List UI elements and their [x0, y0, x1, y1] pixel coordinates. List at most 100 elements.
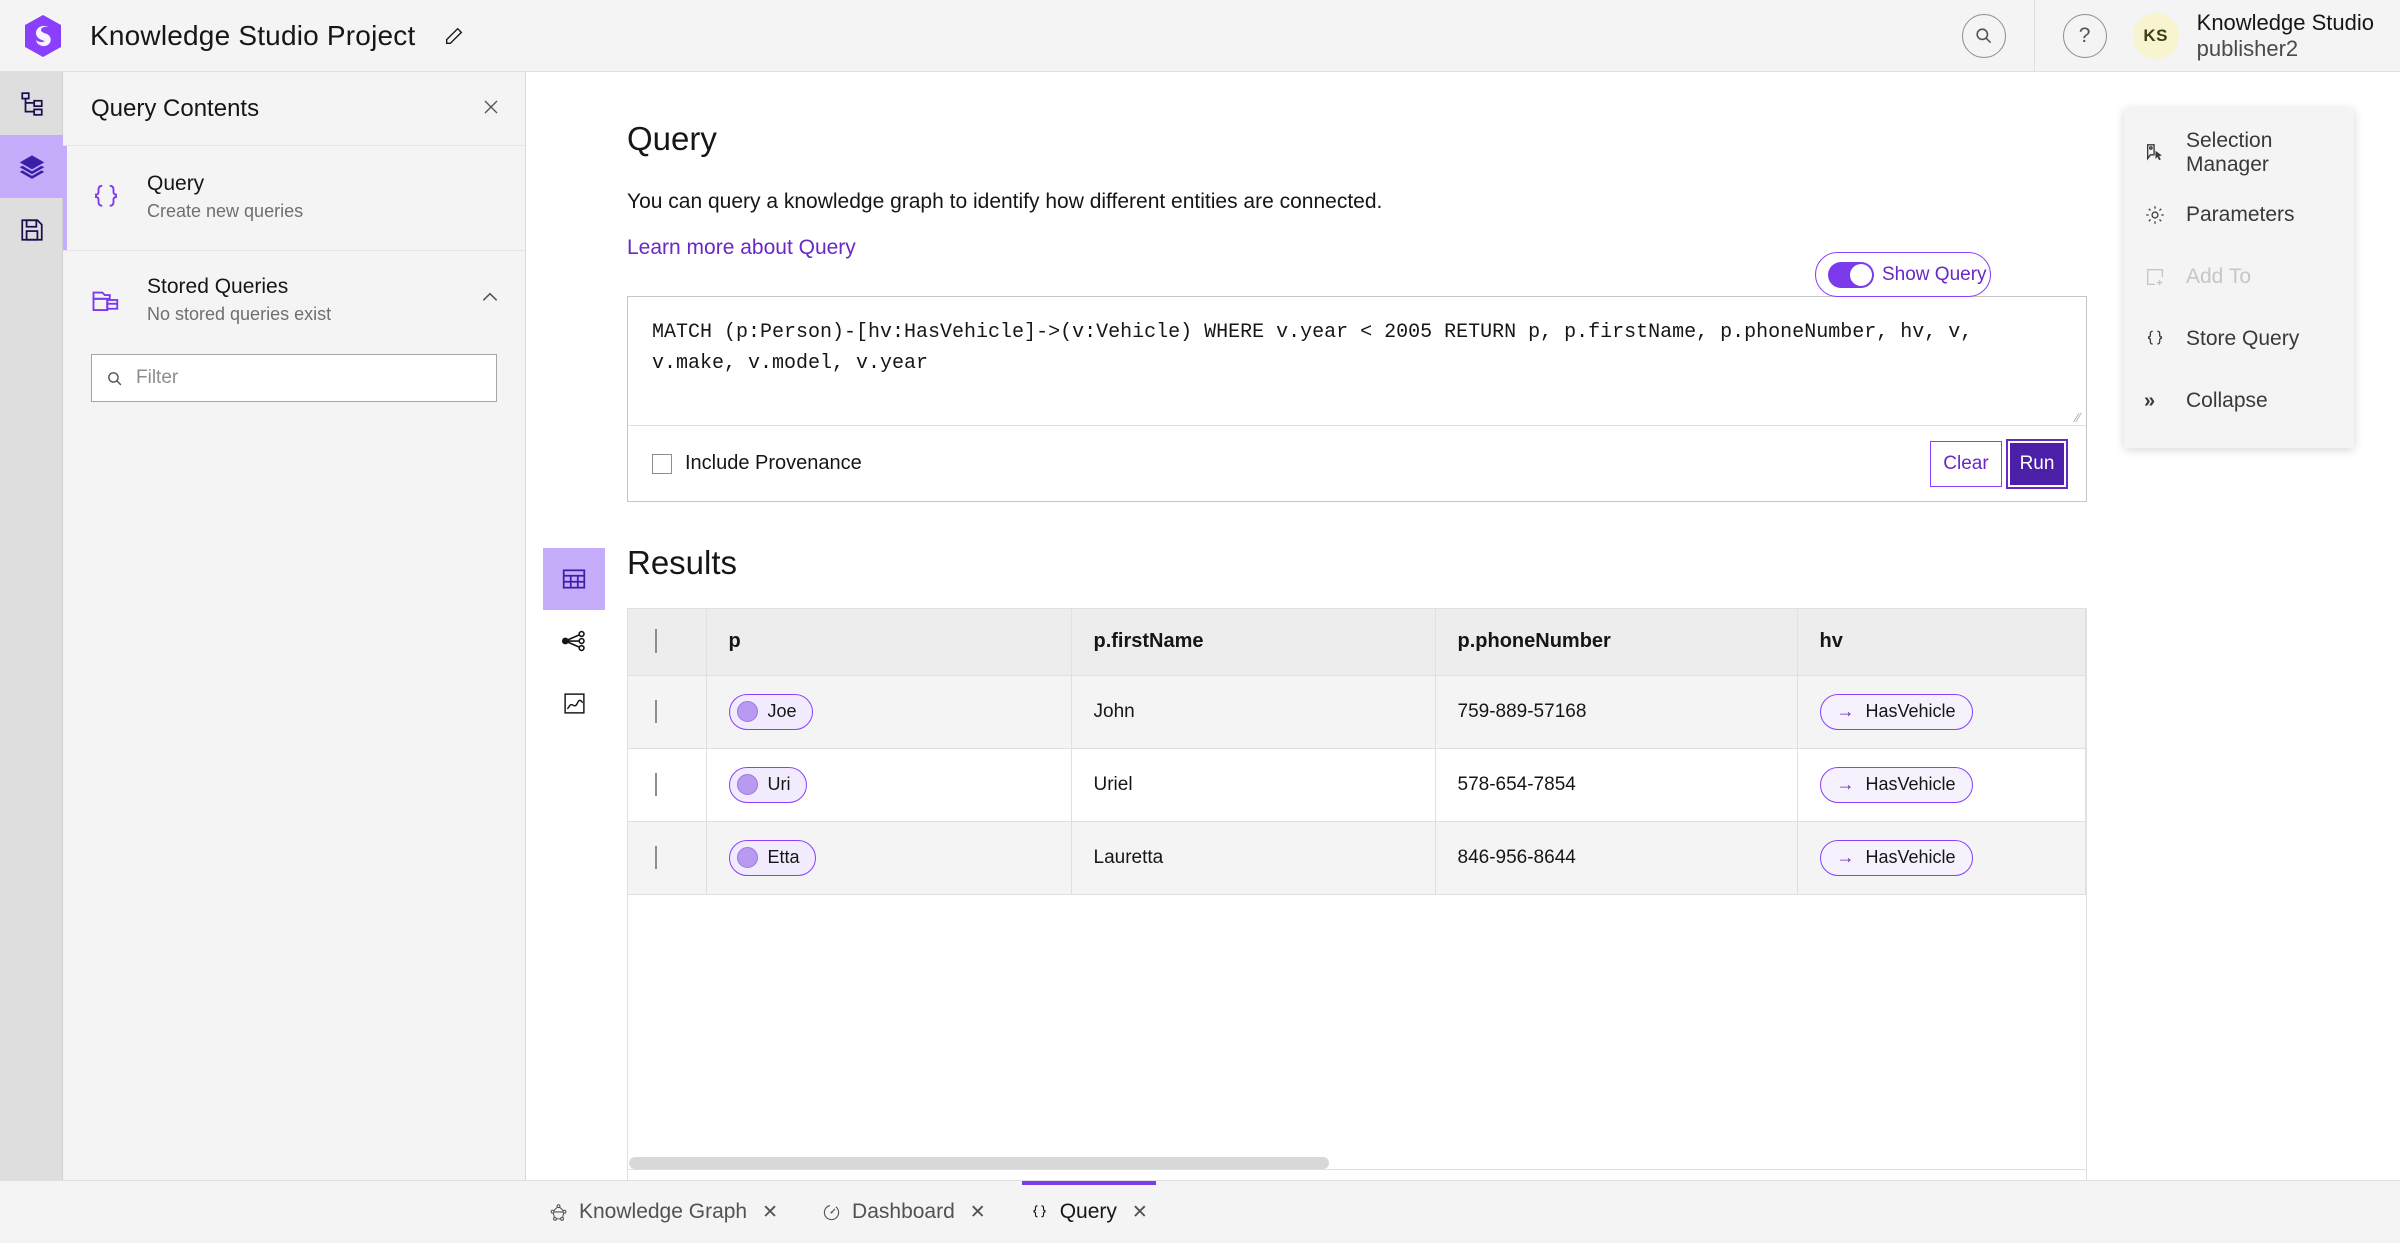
user-name-label: publisher2	[2196, 35, 2299, 61]
arrow-right-icon: →	[1836, 774, 1855, 794]
tabbar-spacer	[0, 1181, 527, 1243]
user-block[interactable]: Knowledge Studio publisher2	[2197, 10, 2374, 62]
row-checkbox-cell[interactable]	[628, 748, 707, 822]
cell-relation[interactable]: → HasVehicle	[1797, 821, 2086, 895]
toggle-switch[interactable]	[1828, 261, 1874, 288]
search-button[interactable]	[1961, 13, 2034, 58]
menu-item-collapse-label: Collapse	[2186, 389, 2268, 412]
close-icon[interactable]	[482, 98, 500, 120]
horizontal-scrollbar[interactable]	[629, 1157, 2085, 1169]
cell-node[interactable]: Uri	[706, 748, 1072, 822]
panel-item-query-title: Query	[147, 172, 205, 195]
query-page: Query You can query a knowledge graph to…	[527, 72, 2087, 1180]
table-pagination: 1-3 of 3 ‹ ›	[628, 1169, 2086, 1180]
page-title: Knowledge Studio Project	[90, 19, 416, 51]
node-chip-label: Etta	[767, 847, 800, 867]
relation-chip[interactable]: → HasVehicle	[1819, 766, 1973, 803]
node-chip[interactable]: Joe	[728, 693, 813, 730]
show-query-toggle[interactable]: Show Query	[1815, 252, 1991, 297]
add-to-icon	[2144, 266, 2176, 288]
arrow-right-icon: →	[1836, 847, 1855, 867]
tab-query[interactable]: Query ✕	[1008, 1180, 1170, 1243]
run-button[interactable]: Run	[2006, 438, 2068, 489]
query-context-menu: Selection Manager Parameters Add To Stor…	[2124, 108, 2354, 448]
tab-dashboard[interactable]: Dashboard ✕	[800, 1181, 1008, 1243]
filter-input[interactable]	[136, 367, 482, 390]
panel-item-stored-queries[interactable]: Stored Queries No stored queries exist	[63, 251, 525, 349]
results-table: p p.firstName p.phoneNumber hv Joe John …	[628, 609, 2086, 895]
show-query-label: Show Query	[1882, 263, 1987, 285]
menu-item-add-to-label: Add To	[2186, 265, 2251, 288]
query-description: You can query a knowledge graph to ident…	[627, 190, 1383, 213]
row-checkbox[interactable]	[655, 699, 657, 723]
menu-item-parameters[interactable]: Parameters	[2124, 184, 2354, 246]
table-header-row: p p.firstName p.phoneNumber hv	[628, 609, 2086, 676]
row-checkbox[interactable]	[655, 845, 657, 869]
cell-relation[interactable]: → HasVehicle	[1797, 675, 2086, 749]
pencil-icon[interactable]	[437, 19, 471, 53]
view-mode-table[interactable]	[543, 548, 605, 610]
menu-item-store-query-label: Store Query	[2186, 327, 2300, 350]
select-all-checkbox[interactable]	[655, 629, 657, 654]
column-header-p[interactable]: p	[706, 609, 1072, 676]
close-icon[interactable]: ✕	[970, 1201, 986, 1224]
learn-more-link[interactable]: Learn more about Query	[627, 236, 856, 260]
rail-item-layers[interactable]	[0, 135, 63, 198]
knowledge-studio-logo-icon[interactable]	[22, 13, 64, 59]
question-mark-icon[interactable]: ?	[2062, 13, 2107, 58]
curly-braces-icon	[2144, 328, 2176, 350]
row-checkbox[interactable]	[655, 772, 657, 796]
table-row[interactable]: Etta Lauretta 846-956-8644 → HasVehicle	[628, 821, 2086, 895]
rail-item-schema[interactable]	[0, 72, 63, 135]
gear-icon	[2144, 204, 2176, 226]
table-row[interactable]: Joe John 759-889-57168 → HasVehicle	[628, 675, 2086, 749]
menu-item-collapse[interactable]: » Collapse	[2124, 370, 2354, 432]
search-icon[interactable]	[1961, 13, 2006, 58]
relation-chip-label: HasVehicle	[1865, 847, 1956, 867]
node-chip[interactable]: Etta	[728, 839, 816, 876]
column-header-firstname[interactable]: p.firstName	[1071, 609, 1436, 676]
query-input[interactable]: MATCH (p:Person)-[hv:HasVehicle]->(v:Veh…	[628, 297, 2086, 409]
panel-title: Query Contents	[91, 94, 260, 122]
column-header-hv[interactable]: hv	[1797, 609, 2086, 676]
help-button[interactable]: ?	[2035, 13, 2107, 58]
column-header-select-all	[628, 609, 707, 676]
resize-handle[interactable]	[628, 409, 2086, 425]
row-checkbox-cell[interactable]	[628, 821, 707, 895]
node-chip-label: Joe	[767, 701, 797, 721]
chevron-up-icon[interactable]	[480, 290, 500, 309]
filter-box[interactable]	[91, 354, 497, 403]
close-icon[interactable]: ✕	[1132, 1201, 1148, 1224]
scrollbar-thumb[interactable]	[629, 1157, 1329, 1169]
cell-node[interactable]: Etta	[706, 821, 1072, 895]
checkbox-box[interactable]	[652, 453, 672, 474]
node-chip[interactable]: Uri	[728, 766, 807, 803]
view-mode-map[interactable]	[543, 672, 605, 734]
curly-braces-icon	[1030, 1203, 1049, 1222]
query-actions-bar: Include Provenance Clear Run	[628, 425, 2086, 501]
include-provenance-checkbox[interactable]: Include Provenance	[652, 452, 862, 475]
menu-item-selection-manager[interactable]: Selection Manager	[2124, 122, 2354, 184]
view-mode-graph[interactable]	[543, 610, 605, 672]
cell-phonenumber: 846-956-8644	[1435, 821, 1798, 895]
table-row[interactable]: Uri Uriel 578-654-7854 → HasVehicle	[628, 748, 2086, 822]
rail-item-save[interactable]	[0, 198, 63, 261]
knowledge-graph-icon	[549, 1203, 568, 1222]
close-icon[interactable]: ✕	[762, 1201, 778, 1224]
column-header-phonenumber[interactable]: p.phoneNumber	[1435, 609, 1798, 676]
cell-relation[interactable]: → HasVehicle	[1797, 748, 2086, 822]
query-editor-box: MATCH (p:Person)-[hv:HasVehicle]->(v:Veh…	[627, 296, 2087, 502]
relation-chip[interactable]: → HasVehicle	[1819, 839, 1973, 876]
row-checkbox-cell[interactable]	[628, 675, 707, 749]
query-heading: Query	[627, 120, 717, 157]
relation-chip[interactable]: → HasVehicle	[1819, 693, 1973, 730]
menu-item-store-query[interactable]: Store Query	[2124, 308, 2354, 370]
panel-item-query[interactable]: Query Create new queries	[63, 146, 525, 251]
cell-node[interactable]: Joe	[706, 675, 1072, 749]
double-chevron-right-icon: »	[2144, 390, 2156, 412]
toggle-knob	[1850, 263, 1872, 286]
clear-button[interactable]: Clear	[1930, 440, 2002, 487]
tab-knowledge-graph[interactable]: Knowledge Graph ✕	[527, 1181, 800, 1243]
top-bar-right: ? KS Knowledge Studio publisher2	[1961, 0, 2400, 72]
avatar[interactable]: KS	[2132, 12, 2179, 59]
